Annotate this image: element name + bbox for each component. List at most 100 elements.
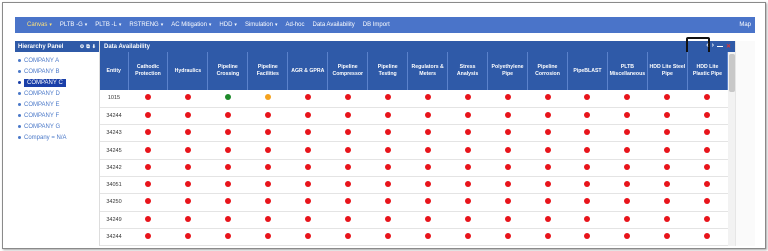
settings-icon[interactable]: ⚙	[80, 44, 84, 50]
status-cell[interactable]	[567, 193, 608, 212]
status-cell[interactable]	[687, 124, 728, 143]
status-cell[interactable]	[567, 159, 608, 177]
status-cell[interactable]	[367, 107, 408, 126]
status-cell[interactable]	[527, 90, 568, 108]
status-cell[interactable]	[287, 176, 328, 195]
nav-item-4[interactable]: AC Mitigation ▾	[167, 22, 215, 28]
status-cell[interactable]	[407, 141, 448, 160]
status-cell[interactable]	[367, 176, 408, 195]
status-cell[interactable]	[327, 159, 368, 177]
status-cell[interactable]	[287, 211, 328, 229]
status-cell[interactable]	[447, 141, 488, 160]
status-cell[interactable]	[607, 90, 648, 108]
status-cell[interactable]	[487, 228, 528, 246]
status-cell[interactable]	[447, 176, 488, 195]
minimize-icon[interactable]	[716, 45, 723, 47]
status-cell[interactable]	[247, 141, 288, 160]
status-cell[interactable]	[567, 228, 608, 246]
nav-item-1[interactable]: PLTB -G ▾	[56, 22, 91, 28]
status-cell[interactable]	[567, 211, 608, 229]
status-cell[interactable]	[607, 159, 648, 177]
status-cell[interactable]	[607, 176, 648, 195]
status-cell[interactable]	[647, 124, 688, 143]
status-cell[interactable]	[207, 228, 248, 246]
status-cell[interactable]	[327, 124, 368, 143]
status-cell[interactable]	[327, 107, 368, 126]
status-cell[interactable]	[367, 228, 408, 246]
status-cell[interactable]	[207, 211, 248, 229]
status-cell[interactable]	[407, 90, 448, 108]
status-cell[interactable]	[327, 141, 368, 160]
nav-item-2[interactable]: PLTB -L ▾	[91, 22, 125, 28]
status-cell[interactable]	[128, 90, 168, 108]
status-cell[interactable]	[167, 107, 208, 126]
status-cell[interactable]	[447, 211, 488, 229]
status-cell[interactable]	[327, 90, 368, 108]
sidebar-item-company[interactable]: COMPANY E	[15, 99, 99, 110]
sidebar-item-company[interactable]: COMPANY B	[15, 66, 99, 77]
status-cell[interactable]	[447, 107, 488, 126]
status-cell[interactable]	[128, 141, 168, 160]
status-cell[interactable]	[647, 107, 688, 126]
column-header[interactable]: Hydraulics	[167, 52, 209, 90]
status-cell[interactable]	[687, 176, 728, 195]
status-cell[interactable]	[367, 90, 408, 108]
status-cell[interactable]	[567, 141, 608, 160]
sidebar-item-company[interactable]: Company = N/A	[15, 132, 99, 143]
status-cell[interactable]	[287, 107, 328, 126]
status-cell[interactable]	[128, 124, 168, 143]
status-cell[interactable]	[687, 159, 728, 177]
status-cell[interactable]	[247, 176, 288, 195]
status-cell[interactable]	[607, 141, 648, 160]
status-cell[interactable]	[367, 193, 408, 212]
status-cell[interactable]	[207, 159, 248, 177]
status-cell[interactable]	[647, 193, 688, 212]
status-cell[interactable]	[247, 193, 288, 212]
prev-page-icon[interactable]: ‹	[706, 42, 708, 50]
status-cell[interactable]	[407, 193, 448, 212]
status-cell[interactable]	[567, 90, 608, 108]
status-cell[interactable]	[447, 124, 488, 143]
status-cell[interactable]	[487, 176, 528, 195]
pin-icon[interactable]: ⬇	[92, 44, 96, 50]
column-header[interactable]: Cathodic Protection	[128, 52, 169, 90]
status-cell[interactable]	[207, 107, 248, 126]
status-cell[interactable]	[567, 124, 608, 143]
column-header[interactable]: Pipeline Corrosion	[527, 52, 568, 90]
status-cell[interactable]	[247, 124, 288, 143]
status-cell[interactable]	[527, 124, 568, 143]
status-cell[interactable]	[647, 159, 688, 177]
status-cell[interactable]	[327, 228, 368, 246]
nav-item-6[interactable]: Simulation ▾	[241, 22, 282, 28]
status-cell[interactable]	[647, 176, 688, 195]
status-cell[interactable]	[607, 211, 648, 229]
status-cell[interactable]	[447, 193, 488, 212]
status-cell[interactable]	[247, 90, 288, 108]
status-cell[interactable]	[447, 159, 488, 177]
status-cell[interactable]	[167, 141, 208, 160]
status-cell[interactable]	[167, 159, 208, 177]
status-cell[interactable]	[407, 176, 448, 195]
status-cell[interactable]	[407, 159, 448, 177]
status-cell[interactable]	[207, 124, 248, 143]
status-cell[interactable]	[447, 90, 488, 108]
status-cell[interactable]	[207, 90, 248, 108]
column-header[interactable]: HDD Lite Plastic Pipe	[687, 52, 728, 90]
nav-item-8[interactable]: Data Availability	[308, 22, 358, 28]
column-header-entity[interactable]: Entity	[100, 52, 129, 90]
status-cell[interactable]	[607, 193, 648, 212]
status-cell[interactable]	[128, 228, 168, 246]
status-cell[interactable]	[687, 141, 728, 160]
sidebar-item-company[interactable]: COMPANY G	[15, 121, 99, 132]
status-cell[interactable]	[287, 141, 328, 160]
status-cell[interactable]	[128, 176, 168, 195]
status-cell[interactable]	[287, 90, 328, 108]
status-cell[interactable]	[287, 228, 328, 246]
status-cell[interactable]	[487, 211, 528, 229]
status-cell[interactable]	[128, 211, 168, 229]
status-cell[interactable]	[287, 159, 328, 177]
status-cell[interactable]	[327, 211, 368, 229]
status-cell[interactable]	[367, 211, 408, 229]
status-cell[interactable]	[527, 107, 568, 126]
status-cell[interactable]	[647, 228, 688, 246]
